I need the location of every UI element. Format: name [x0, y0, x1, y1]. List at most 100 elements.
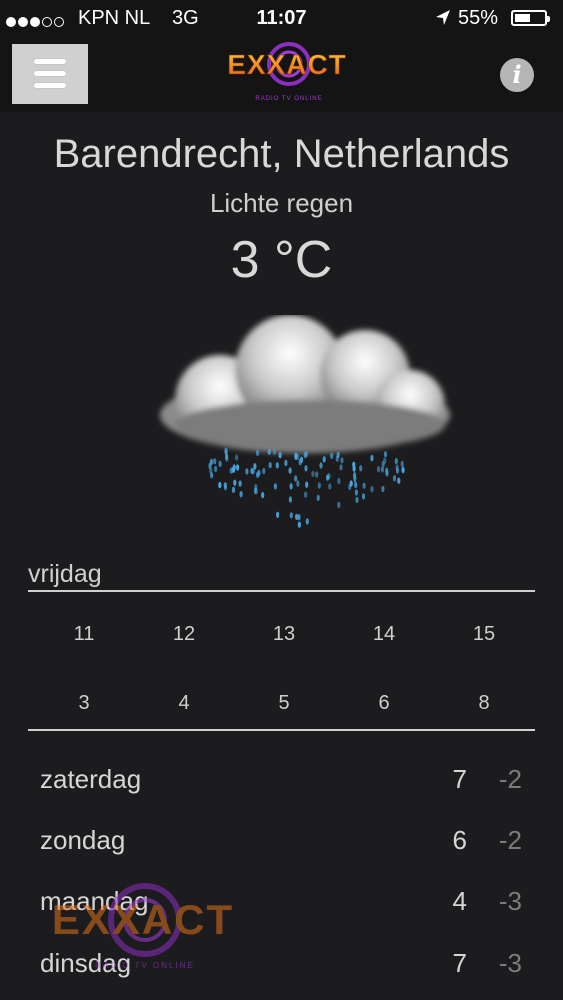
rain-drop	[294, 452, 298, 459]
rain-drop	[257, 469, 261, 477]
rain-drop	[229, 467, 233, 474]
rain-drop	[288, 496, 292, 503]
rain-drop	[303, 451, 307, 459]
rain-drop	[383, 451, 388, 458]
rain-drop	[253, 487, 257, 494]
logo-text: EXXACT	[227, 49, 347, 80]
hamburger-line	[34, 83, 66, 88]
rain-drop	[276, 511, 280, 518]
forecast-low: -2	[498, 825, 522, 855]
forecast-day: zondag	[40, 825, 126, 855]
rain-drop	[239, 491, 243, 498]
rain-drop	[395, 467, 400, 474]
hour-temp: 8	[478, 692, 490, 714]
rain-drop	[236, 464, 240, 471]
rain-drop	[218, 460, 222, 468]
rain-drop	[353, 475, 357, 483]
rain-drop	[392, 475, 397, 482]
rain-drop	[330, 452, 334, 459]
forecast-day: zaterdag	[40, 764, 142, 794]
rain-drop	[305, 518, 309, 525]
rain-drop	[284, 459, 288, 467]
rain-drop	[209, 467, 213, 474]
forecast-day: dinsdag	[40, 948, 132, 978]
rain-drop	[337, 501, 341, 509]
rain-drop	[337, 477, 341, 485]
forecast-high: 4	[452, 886, 467, 916]
rain-drop	[394, 458, 398, 465]
rain-drop	[267, 448, 271, 455]
menu-button[interactable]	[12, 44, 88, 104]
rain-drop	[273, 483, 277, 490]
hamburger-line	[34, 71, 66, 76]
rain-drop	[311, 470, 315, 478]
rain-drop	[381, 460, 385, 468]
hour-temp: 3	[78, 692, 90, 714]
rain-drop	[349, 480, 353, 487]
rain-drop	[223, 484, 228, 491]
rain-drop	[359, 465, 363, 472]
rain-drop	[304, 465, 308, 472]
rain-drop	[397, 477, 401, 484]
location-title: Barendrecht, Netherlands	[53, 132, 510, 176]
rain-drop	[232, 464, 236, 471]
today-label: vrijdag	[28, 560, 102, 588]
rain-drop	[275, 462, 279, 469]
rain-drop	[340, 457, 344, 464]
rain-drop	[400, 460, 404, 468]
divider	[28, 590, 535, 592]
forecast-low: -3	[498, 886, 522, 916]
rain-drop	[255, 449, 260, 457]
forecast-high: 7	[452, 948, 467, 978]
rain-drop	[335, 455, 339, 462]
status-bar: KPN NL 3G 11:07 55%	[0, 0, 563, 38]
rain-cloud-icon	[160, 315, 450, 528]
exxact-logo[interactable]: EXXACT RADIO TV ONLINE	[205, 38, 370, 108]
forecast-row: dinsdag 7 -3	[40, 948, 525, 988]
rain-drop	[304, 491, 308, 498]
divider	[28, 729, 535, 731]
rain-drop	[278, 452, 282, 459]
rain-drop	[385, 470, 389, 477]
rain-drop	[370, 486, 374, 493]
hamburger-icon	[34, 59, 66, 64]
rain-drop	[361, 493, 366, 500]
forecast-high: 7	[452, 764, 467, 794]
rain-drop	[297, 521, 301, 528]
forecast-row: zondag 6 -2	[40, 825, 525, 865]
rain-drop	[316, 494, 320, 502]
rain-drop	[218, 481, 222, 489]
rain-drop	[296, 480, 300, 487]
hour-temp: 5	[278, 692, 290, 714]
rain-drop	[231, 486, 236, 493]
location-arrow-icon	[436, 10, 450, 25]
rain-drop	[354, 481, 358, 489]
rain-drop	[233, 479, 237, 486]
rain-drop	[251, 468, 256, 475]
rain-drop	[319, 462, 323, 469]
forecast-row: zaterdag 7 -2	[40, 764, 525, 804]
rain-drop	[272, 448, 277, 455]
rain-drop	[268, 462, 272, 469]
rain-drop	[261, 491, 265, 499]
rain-drop	[214, 465, 218, 473]
info-button[interactable]: i	[500, 58, 534, 92]
hour-temp: 4	[178, 692, 190, 714]
info-icon: i	[512, 60, 522, 89]
rain-drop	[362, 482, 366, 489]
rain-drop	[376, 465, 381, 473]
current-temperature: 3 °C	[230, 231, 333, 289]
rain-drop	[328, 483, 332, 490]
rain-drop	[401, 467, 405, 474]
rain-drop	[262, 467, 266, 475]
rain-drop	[317, 482, 321, 489]
forecast-row: maandag 4 -3	[40, 886, 525, 926]
rain-drop	[327, 472, 331, 480]
rain-drop	[238, 480, 242, 487]
rain-drop	[288, 467, 292, 474]
rain-drop	[245, 468, 249, 475]
battery-percentage: 55%	[458, 7, 499, 29]
rain-drop	[339, 464, 343, 471]
hour-label: 15	[472, 623, 496, 645]
forecast-high: 6	[452, 825, 467, 855]
